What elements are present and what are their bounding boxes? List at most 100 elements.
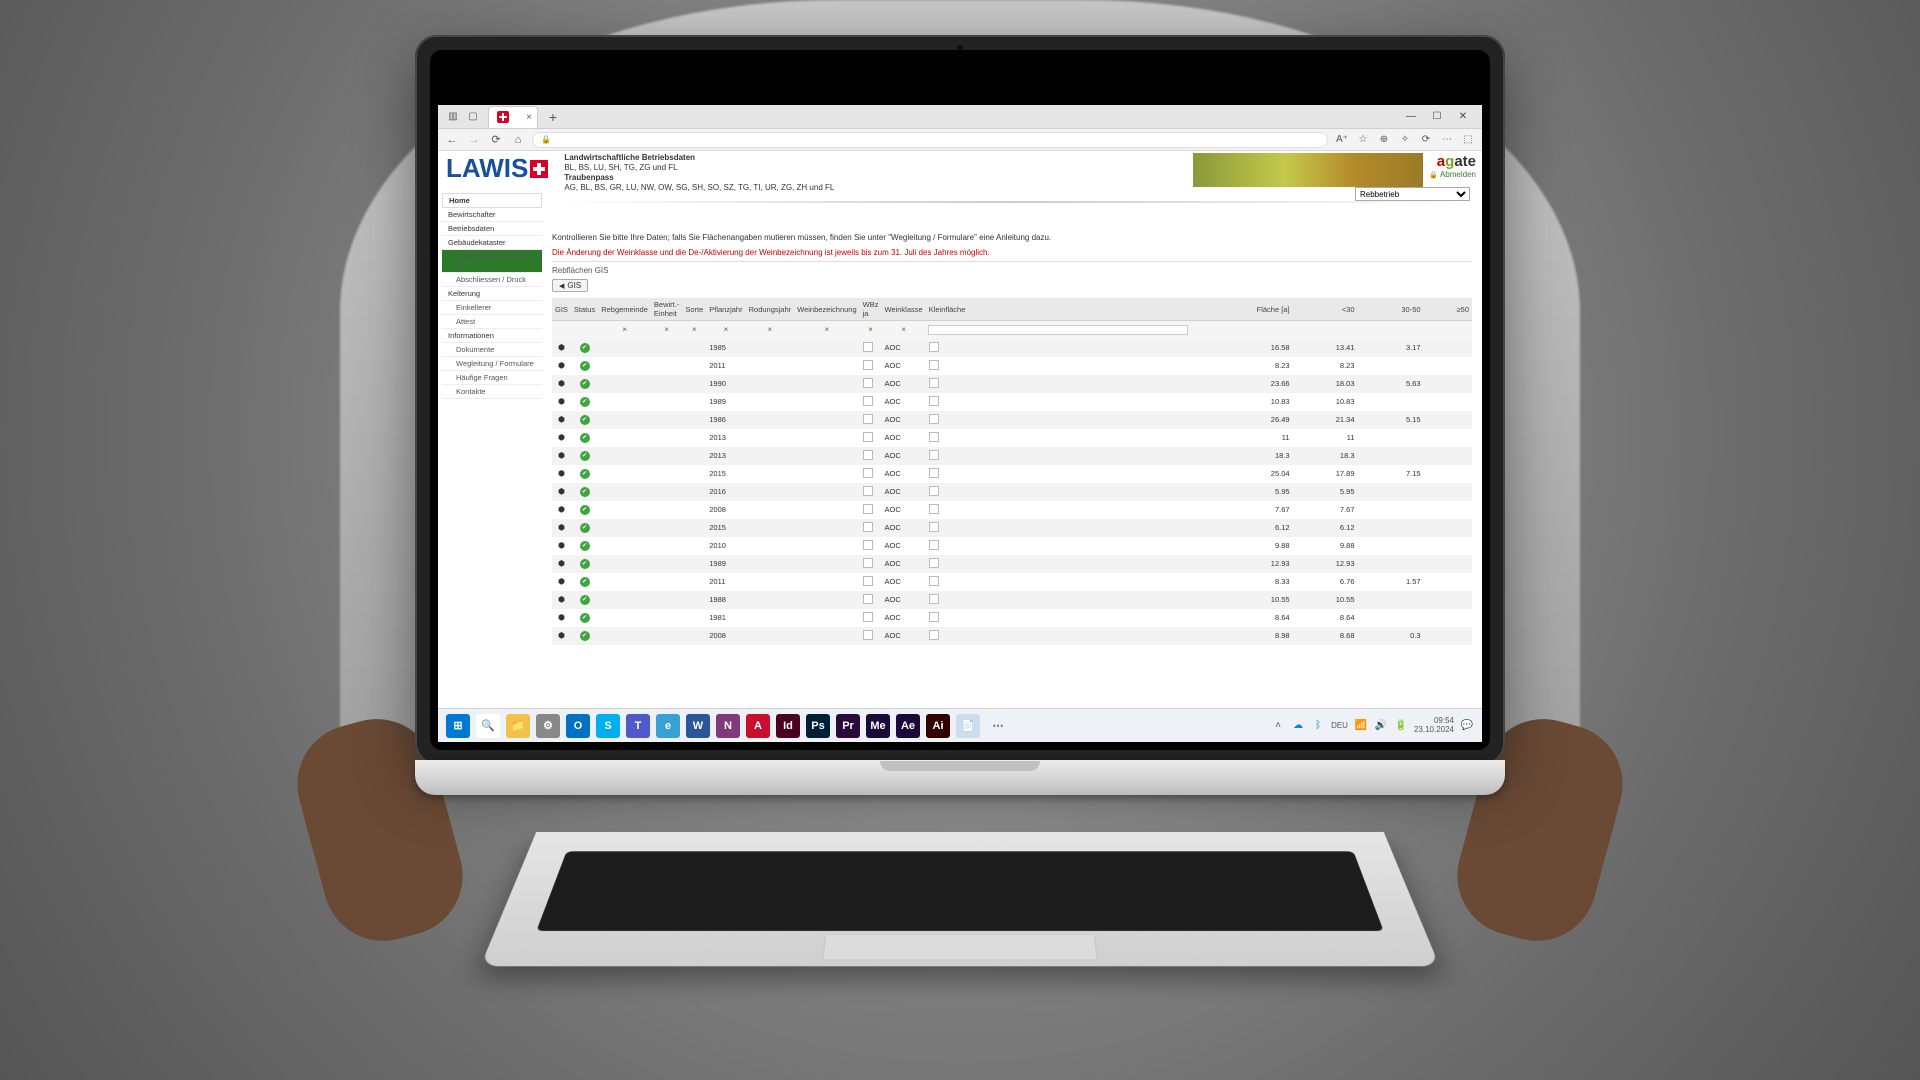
menu-item-6[interactable]: Einkellerer	[442, 301, 542, 315]
col-0[interactable]: GIS	[552, 298, 571, 321]
wbz-checkbox[interactable]	[863, 360, 873, 370]
gis-button[interactable]: GIS	[552, 279, 588, 292]
filter-clear-5[interactable]: ×	[706, 321, 745, 339]
context-dropdown[interactable]: Rebbetrieb	[1355, 187, 1470, 201]
col-10[interactable]: Kleinfläche	[926, 298, 1191, 321]
addrbar-icon-1[interactable]: ☆	[1355, 132, 1371, 148]
addrbar-icon-2[interactable]: ⊕	[1376, 132, 1392, 148]
menu-item-1[interactable]: Betriebsdaten	[442, 222, 542, 236]
col-1[interactable]: Status	[571, 298, 598, 321]
wbz-checkbox[interactable]	[863, 414, 873, 424]
gis-map-icon[interactable]	[552, 609, 571, 627]
wbz-checkbox[interactable]	[863, 468, 873, 478]
logout-link[interactable]: Abmelden	[1429, 170, 1476, 179]
gis-map-icon[interactable]	[552, 501, 571, 519]
reload-icon[interactable]: ⟳	[488, 132, 504, 148]
tray-volume-icon[interactable]: 🔊	[1374, 719, 1388, 733]
kleinflaeche-checkbox[interactable]	[929, 360, 939, 370]
addrbar-icon-5[interactable]: ⋯	[1439, 132, 1455, 148]
gis-map-icon[interactable]	[552, 555, 571, 573]
tray-wifi-icon[interactable]: 📶	[1354, 719, 1368, 733]
menu-home[interactable]: Home	[442, 193, 542, 208]
wbz-checkbox[interactable]	[863, 612, 873, 622]
context-select[interactable]: Rebbetrieb	[1355, 187, 1470, 201]
kleinflaeche-checkbox[interactable]	[929, 540, 939, 550]
kleinflaeche-checkbox[interactable]	[929, 432, 939, 442]
wbz-checkbox[interactable]	[863, 504, 873, 514]
home-icon[interactable]: ⌂	[510, 132, 526, 148]
taskbar-acrobat-icon[interactable]: A	[746, 714, 770, 738]
kleinflaeche-checkbox[interactable]	[929, 594, 939, 604]
wbz-checkbox[interactable]	[863, 378, 873, 388]
gis-map-icon[interactable]	[552, 519, 571, 537]
wbz-checkbox[interactable]	[863, 630, 873, 640]
wbz-checkbox[interactable]	[863, 486, 873, 496]
taskbar-after-effects-icon[interactable]: Ae	[896, 714, 920, 738]
taskbar-notes-icon[interactable]: 📄	[956, 714, 980, 738]
window-minimize[interactable]: —	[1398, 105, 1424, 129]
addrbar-icon-4[interactable]: ⟳	[1418, 132, 1434, 148]
tray-bluetooth-icon[interactable]: ᛒ	[1311, 719, 1325, 733]
kleinflaeche-checkbox[interactable]	[929, 414, 939, 424]
menu-item-9[interactable]: Dokumente	[442, 343, 542, 357]
col-9[interactable]: Weinklasse	[881, 298, 925, 321]
menu-item-8[interactable]: Informationen	[442, 329, 542, 343]
kleinflaeche-checkbox[interactable]	[929, 396, 939, 406]
browser-tab[interactable]: ×	[488, 106, 538, 128]
taskbar-word-icon[interactable]: W	[686, 714, 710, 738]
filter-clear-3[interactable]: ×	[651, 321, 682, 339]
menu-item-4[interactable]: Abschliessen / Druck	[442, 273, 542, 287]
sidebar-toggle-icon[interactable]: ▥	[444, 108, 462, 126]
gis-map-icon[interactable]	[552, 393, 571, 411]
gis-map-icon[interactable]	[552, 447, 571, 465]
addrbar-icon-6[interactable]: ⬚	[1460, 132, 1476, 148]
filter-clear-4[interactable]: ×	[682, 321, 706, 339]
filter-clear-6[interactable]: ×	[746, 321, 795, 339]
kleinflaeche-checkbox[interactable]	[929, 486, 939, 496]
gis-map-icon[interactable]	[552, 627, 571, 645]
filter-clear-8[interactable]: ×	[860, 321, 882, 339]
col-3[interactable]: Bewirt.-Einheit	[651, 298, 682, 321]
taskbar-edge-icon[interactable]: e	[656, 714, 680, 738]
menu-item-0[interactable]: Bewirtschafter	[442, 208, 542, 222]
taskbar-clock[interactable]: 09:54 23.10.2024	[1414, 717, 1454, 735]
gis-map-icon[interactable]	[552, 357, 571, 375]
col-12[interactable]: <30	[1293, 298, 1358, 321]
kleinflaeche-checkbox[interactable]	[929, 522, 939, 532]
col-4[interactable]: Sorte	[682, 298, 706, 321]
taskbar-explorer-icon[interactable]: 📁	[506, 714, 530, 738]
menu-item-3[interactable]: Rebflächenverzeichnis GIS	[442, 250, 542, 273]
wbz-checkbox[interactable]	[863, 450, 873, 460]
menu-item-5[interactable]: Kelterung	[442, 287, 542, 301]
wbz-checkbox[interactable]	[863, 594, 873, 604]
tray-cloud-icon[interactable]: ☁	[1291, 719, 1305, 733]
menu-item-7[interactable]: Attest	[442, 315, 542, 329]
new-tab-button[interactable]: +	[542, 106, 564, 128]
tray-chevron-icon[interactable]: ˄	[1271, 719, 1285, 733]
menu-item-2[interactable]: Gebäudekataster	[442, 236, 542, 250]
tab-overview-icon[interactable]: ▢	[464, 108, 482, 126]
col-14[interactable]: ≥50	[1424, 298, 1472, 321]
col-5[interactable]: Pflanzjahr	[706, 298, 745, 321]
menu-item-11[interactable]: Häufige Fragen	[442, 371, 542, 385]
wbz-checkbox[interactable]	[863, 558, 873, 568]
col-13[interactable]: 30-50	[1358, 298, 1424, 321]
wbz-checkbox[interactable]	[863, 540, 873, 550]
filter-input-10[interactable]	[928, 325, 1189, 335]
taskbar-outlook-icon[interactable]: O	[566, 714, 590, 738]
kleinflaeche-checkbox[interactable]	[929, 576, 939, 586]
taskbar-skype-icon[interactable]: S	[596, 714, 620, 738]
wbz-checkbox[interactable]	[863, 432, 873, 442]
taskbar-onenote-icon[interactable]: N	[716, 714, 740, 738]
window-maximize[interactable]: ☐	[1424, 105, 1450, 129]
kleinflaeche-checkbox[interactable]	[929, 612, 939, 622]
kleinflaeche-checkbox[interactable]	[929, 468, 939, 478]
kleinflaeche-checkbox[interactable]	[929, 378, 939, 388]
col-11[interactable]: Fläche [a]	[1190, 298, 1292, 321]
forward-icon[interactable]: →	[466, 132, 482, 148]
taskbar-media-encoder-icon[interactable]: Me	[866, 714, 890, 738]
col-7[interactable]: Weinbezeichnung	[794, 298, 860, 321]
taskbar-illustrator-icon[interactable]: Ai	[926, 714, 950, 738]
addrbar-icon-0[interactable]: A⁺	[1334, 132, 1350, 148]
menu-item-12[interactable]: Kontakte	[442, 385, 542, 399]
